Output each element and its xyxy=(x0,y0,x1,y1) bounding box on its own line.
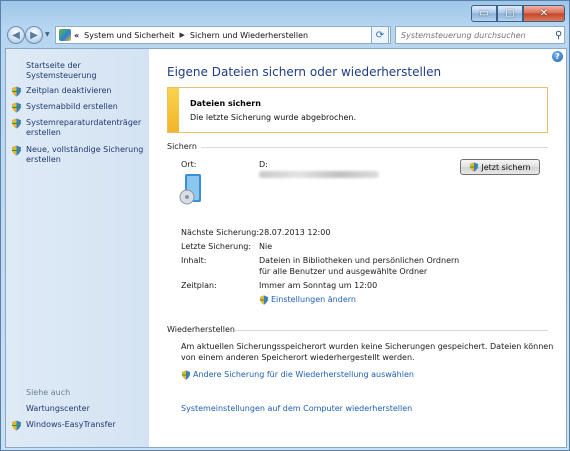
minimize-button[interactable]: ▭ xyxy=(471,5,497,22)
next-backup-label: Nächste Sicherung: xyxy=(181,228,260,237)
help-icon[interactable]: ? xyxy=(552,51,563,62)
sidebar-item-disable-schedule[interactable]: Zeitplan deaktivieren xyxy=(11,86,146,97)
shield-icon xyxy=(11,102,22,113)
divider xyxy=(201,147,548,148)
restore-text: Am aktuellen Sicherungsspeicherort wurde… xyxy=(181,342,554,362)
see-also-heading: Siehe auch xyxy=(26,388,71,397)
recent-pages-dropdown-icon[interactable]: ▼ xyxy=(45,31,50,38)
sidebar-item-easy-transfer[interactable]: Windows-EasyTransfer xyxy=(11,420,116,431)
shield-icon xyxy=(470,162,479,172)
notice-warning-bar xyxy=(168,88,179,132)
maximize-button[interactable]: ▢ xyxy=(497,5,523,22)
backup-now-button[interactable]: Jetzt sichern xyxy=(460,159,540,175)
sidebar-home-link[interactable]: Startseite der Systemsteuerung xyxy=(26,61,149,81)
schedule-label: Zeitplan: xyxy=(181,281,217,290)
refresh-button[interactable]: ⟳ xyxy=(371,26,389,44)
forward-button[interactable]: ▶ xyxy=(25,26,43,44)
sidebar: Startseite der Systemsteuerung Zeitplan … xyxy=(6,49,149,447)
sidebar-item-label: Windows-EasyTransfer xyxy=(26,420,116,429)
restore-section-heading: Wiederherstellen xyxy=(167,325,235,334)
shield-icon xyxy=(11,420,22,431)
search-box: ⚲ xyxy=(395,26,565,44)
window-frame: ▭ ▢ ✕ ◀ ▶ ▼ « System und Sicherheit ▶ Si… xyxy=(0,0,570,451)
schedule-value: Immer am Sonntag um 12:00 xyxy=(259,281,378,290)
shield-icon xyxy=(11,118,22,129)
backup-drive-icon xyxy=(179,174,201,205)
location-label: Ort: xyxy=(181,160,197,169)
main-panel: ? Eigene Dateien sichern oder wiederhers… xyxy=(149,49,566,447)
location-value: D: xyxy=(259,160,268,169)
breadcrumb-backup-restore[interactable]: Sichern und Wiederherstellen xyxy=(190,31,308,40)
divider xyxy=(235,330,548,331)
search-icon[interactable]: ⚲ xyxy=(555,30,562,41)
backup-now-label: Jetzt sichern xyxy=(481,162,531,172)
backup-section-heading: Sichern xyxy=(167,142,197,151)
breadcrumb-system-security[interactable]: System und Sicherheit xyxy=(84,31,174,40)
sidebar-item-label: Neue, vollständige Sicherung erstellen xyxy=(26,145,144,164)
content-label: Inhalt: xyxy=(181,256,207,265)
shield-icon xyxy=(259,295,269,305)
sidebar-item-label: Systemabbild erstellen xyxy=(26,102,118,111)
close-button[interactable]: ✕ xyxy=(523,5,565,22)
sidebar-item-full-backup[interactable]: Neue, vollständige Sicherung erstellen xyxy=(11,145,144,165)
last-backup-label: Letzte Sicherung: xyxy=(181,242,252,251)
notice-text: Die letzte Sicherung wurde abgebrochen. xyxy=(190,113,357,122)
other-backup-link[interactable]: Andere Sicherung für die Wiederherstellu… xyxy=(181,370,414,380)
sidebar-item-repair-disc[interactable]: Systemreparaturdatenträger erstellen xyxy=(11,118,144,138)
back-button[interactable]: ◀ xyxy=(7,26,25,44)
sidebar-item-action-center[interactable]: Wartungscenter xyxy=(26,404,90,414)
other-backup-label: Andere Sicherung für die Wiederherstellu… xyxy=(193,370,414,379)
notice-heading: Dateien sichern xyxy=(190,99,261,108)
last-backup-value: Nie xyxy=(259,242,273,251)
sidebar-item-label: Zeitplan deaktivieren xyxy=(26,86,112,95)
content-value-line2: für alle Benutzer und ausgewählte Ordner xyxy=(259,267,428,276)
next-backup-value: 28.07.2013 12:00 xyxy=(259,228,331,237)
sidebar-item-label: Systemreparaturdatenträger erstellen xyxy=(26,118,142,137)
shield-icon xyxy=(11,86,22,97)
system-restore-link[interactable]: Systemeinstellungen auf dem Computer wie… xyxy=(181,404,412,413)
shield-icon xyxy=(11,145,22,156)
caption-buttons: ▭ ▢ ✕ xyxy=(471,5,565,22)
change-settings-link[interactable]: Einstellungen ändern xyxy=(259,295,356,305)
breadcrumb-separator-icon[interactable]: ▶ xyxy=(180,31,185,39)
location-detail-blurred xyxy=(259,171,379,178)
content-area: Startseite der Systemsteuerung Zeitplan … xyxy=(5,48,567,448)
control-panel-icon xyxy=(59,29,71,41)
search-input[interactable] xyxy=(396,29,553,41)
backup-notice: Dateien sichern Die letzte Sicherung wur… xyxy=(167,87,548,133)
content-value-line1: Dateien in Bibliotheken und persönlichen… xyxy=(259,256,460,265)
address-bar[interactable]: « System und Sicherheit ▶ Sichern und Wi… xyxy=(55,26,391,44)
page-title: Eigene Dateien sichern oder wiederherste… xyxy=(167,65,442,79)
sidebar-item-system-image[interactable]: Systemabbild erstellen xyxy=(11,102,146,113)
breadcrumb-overflow[interactable]: « xyxy=(74,31,79,40)
navigation-bar: ◀ ▶ ▼ « System und Sicherheit ▶ Sichern … xyxy=(5,25,567,47)
shield-icon xyxy=(181,370,191,380)
change-settings-label: Einstellungen ändern xyxy=(271,295,356,304)
